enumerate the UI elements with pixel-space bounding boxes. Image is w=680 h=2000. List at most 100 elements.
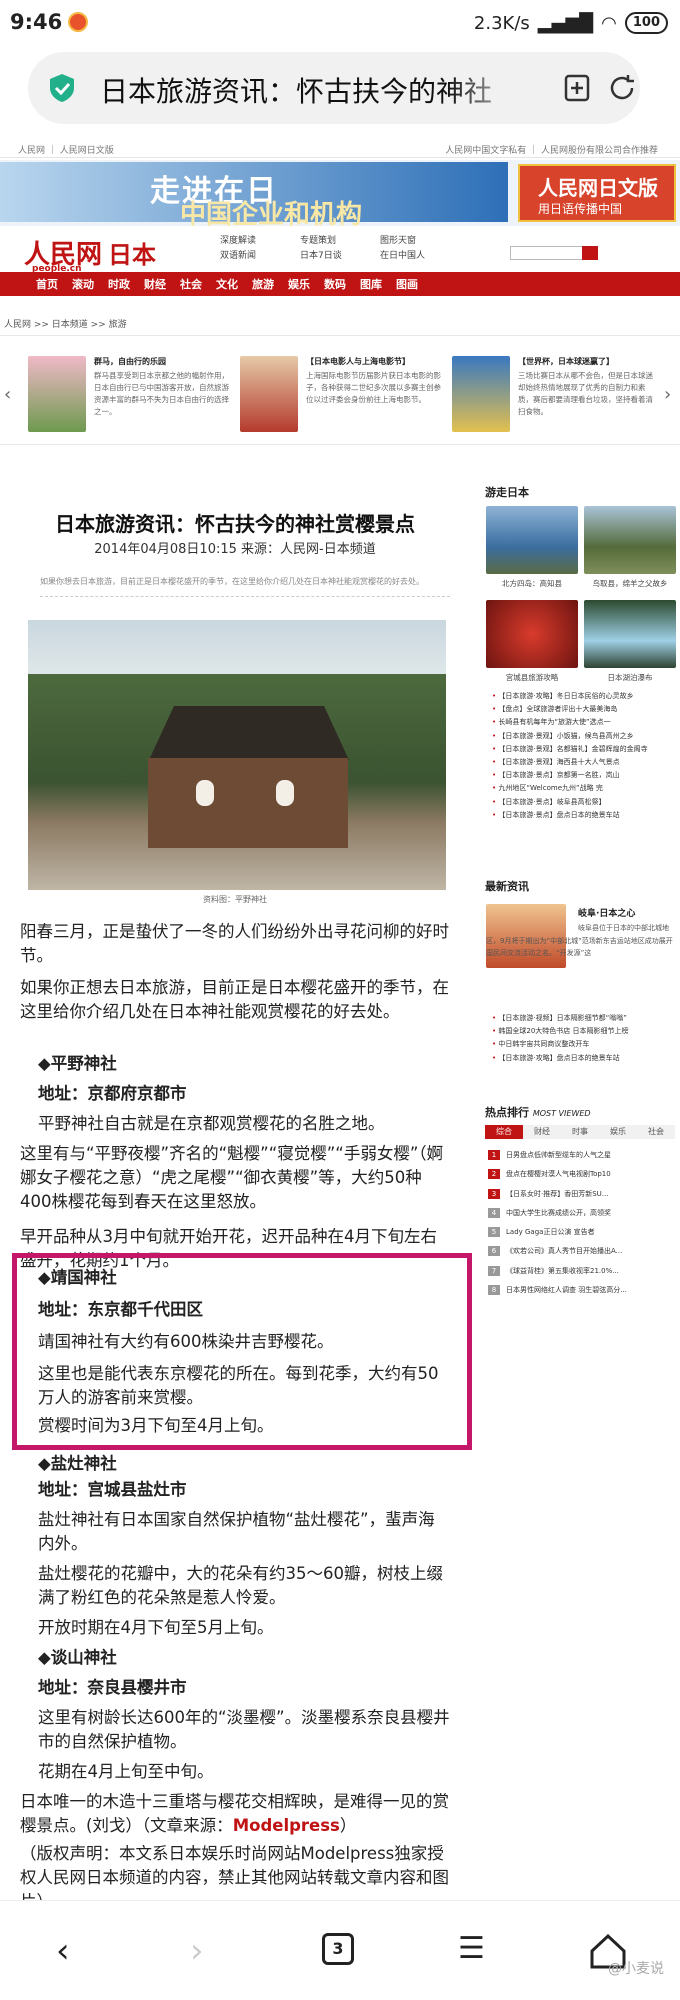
hot-item[interactable]: 2 盘点在樱樱对漠人气电视剧Top10 [488, 1165, 674, 1184]
menu-item[interactable]: 时政 [108, 276, 130, 292]
menu-item[interactable]: 滚动 [72, 276, 94, 292]
bookmark-add-icon[interactable] [561, 72, 593, 104]
menu-item[interactable]: 图库 [360, 276, 382, 292]
slider-next-icon[interactable]: › [664, 384, 671, 405]
hot-item[interactable]: 8 日本男性网络红人调查 羽生碧弦高分... [488, 1281, 674, 1300]
list-item[interactable]: 【日本旅游·景观】海西县十大人气景点 [492, 756, 678, 769]
slide-item[interactable]: 【世界杯，日本球迷赢了】 三场比赛日本从哪不会色，但是日本球迷却始终热情地展现了… [452, 356, 657, 434]
top-right-links[interactable]: 人民网中国文字私有 ｜ 人民网股份有限公司合作推荐 [445, 143, 658, 156]
top-links[interactable]: 人民网 ｜ 人民网日文版 [18, 143, 114, 156]
hot-item[interactable]: 1 日男盘点低帅新型缆车的人气之星 [488, 1146, 674, 1165]
site-search-input[interactable] [510, 246, 590, 260]
watermark: @小麦说 [608, 1961, 664, 1977]
header-links: 深度解读 专题策划 图形天窗 双语新闻 日本7日谈 在日中国人 [220, 234, 460, 264]
signal-icon: ▂▄▆█ [537, 12, 594, 34]
hot-item-text: 日男盘点低帅新型缆车的人气之星 [506, 1151, 611, 1159]
hot-item-text: 【日系女时·推荐】香田芳新SU... [506, 1189, 609, 1198]
menu-item[interactable]: 旅游 [252, 276, 274, 292]
lantern-icon [196, 780, 214, 806]
banner-ad[interactable]: 人民网日文版 用日语传播中国 [518, 164, 676, 222]
banner-main[interactable]: 走进在日 中国企业和机构 [0, 162, 508, 230]
list-item[interactable]: 【日本旅游·视频】日本隔影细节都“嗡嗡” [492, 1012, 678, 1025]
nav-link[interactable]: 日本7日谈 [300, 249, 380, 264]
section-address: 地址：京都府京都市 [38, 1084, 187, 1103]
slide-image [28, 356, 86, 432]
nav-link[interactable]: 双语新闻 [220, 249, 300, 264]
back-icon[interactable]: ‹ [56, 1931, 70, 1971]
nav-link[interactable]: 专题策划 [300, 234, 380, 249]
menu-item[interactable]: 文化 [216, 276, 238, 292]
forward-icon[interactable]: › [190, 1931, 204, 1971]
list-item[interactable]: 【日本旅游·攻略】盘点日本的绝景车站 [492, 1052, 678, 1065]
paragraph: 阳春三月，正是蛰伏了一冬的人们纷纷外出寻花问柳的好时节。 [20, 922, 449, 965]
list-item[interactable]: 中日韩宇宙共同商议整改开车 [492, 1038, 678, 1051]
list-item[interactable]: 长崎县有机每年为“旅游大使”选点一 [492, 716, 678, 729]
thumb-caption[interactable]: 鸟取县，绵羊之父故乡 [584, 578, 676, 589]
slide-item[interactable]: 群马，自由行的乐园 群马县享受到日本京都之他的幅射作用，日本自由行已与中国游客开… [28, 356, 233, 434]
source-link[interactable]: Modelpress [233, 1816, 340, 1835]
menu-item[interactable]: 财经 [144, 276, 166, 292]
thumb-caption[interactable]: 北方四岛：高知县 [486, 578, 578, 589]
article-title: 日本旅游资讯：怀古扶今的神社赏樱景点 [55, 512, 415, 536]
hot-item[interactable]: 3 【日系女时·推荐】香田芳新SU... [488, 1185, 674, 1204]
site-search-button[interactable] [582, 246, 598, 260]
hot-tab[interactable]: 娱乐 [599, 1125, 637, 1139]
hot-item[interactable]: 4 中国大学生比赛成绩公开，高领奖 [488, 1204, 674, 1223]
list-item[interactable]: 【日本旅游·景观】小饭猫，候鸟县高州之乡 [492, 730, 678, 743]
nav-link[interactable]: 深度解读 [220, 234, 300, 249]
menu-item[interactable]: 图画 [396, 276, 418, 292]
hot-tab[interactable]: 社会 [637, 1125, 675, 1139]
slide-title: 群马，自由行的乐园 [94, 357, 166, 366]
news-title[interactable]: 岐阜·日本之心 [578, 906, 635, 919]
refresh-icon[interactable] [606, 72, 638, 104]
breadcrumb[interactable]: 人民网 >> 日本频道 >> 旅游 [4, 317, 127, 330]
thumb-image[interactable] [584, 506, 676, 574]
site-logo[interactable]: 人民网 日本 people.cn [24, 234, 156, 274]
thumb-image[interactable] [584, 600, 676, 668]
shrine-photo [28, 620, 446, 890]
hot-tabs: 综合 财经 时事 娱乐 社会 [485, 1125, 675, 1139]
paragraph-close: ） [339, 1816, 357, 1835]
menu-item[interactable]: 社会 [180, 276, 202, 292]
nav-link[interactable]: 图形天窗 [380, 234, 460, 249]
address-bar[interactable]: 日本旅游资讯：怀古扶今的神社 [28, 52, 640, 124]
thumb-caption[interactable]: 宫城县旅游攻略 [486, 672, 578, 683]
list-item[interactable]: 【日本旅游·景点】京都第一名胜，岚山 [492, 769, 678, 782]
banner[interactable]: 走进在日 中国企业和机构 人民网日文版 用日语传播中国 [0, 160, 680, 230]
thumb-image[interactable] [486, 506, 578, 574]
hot-tab[interactable]: 时事 [561, 1125, 599, 1139]
wifi-icon: ◠ [601, 12, 617, 34]
list-item[interactable]: 【日本旅游·景点】盘点日本的绝景车站 [492, 809, 678, 822]
paragraph: 盐灶神社有日本国家自然保护植物“盐灶樱花”，蜚声海内外。 [38, 1510, 435, 1553]
banner-ad-subtitle: 用日语传播中国 [538, 202, 623, 216]
list-item[interactable]: 韩国全球20大特色书店 日本隔影细节上榜 [492, 1025, 678, 1038]
list-item[interactable]: 【日本旅游·景点】岐阜县高松祭】 [492, 796, 678, 809]
list-item[interactable]: 【日本旅游·景观】名都猫礼】金碧辉煌的金阁寺 [492, 743, 678, 756]
hot-item-text: 《欢若公司》真人秀节目开始播出A... [506, 1247, 623, 1256]
list-item[interactable]: 【日本旅游·攻略】冬日日本民俗的心灵故乡 [492, 690, 678, 703]
slide-image [452, 356, 510, 432]
menu-item[interactable]: 数码 [324, 276, 346, 292]
list-item[interactable]: 【盘点】全球旅游者评出十大最美海岛 [492, 703, 678, 716]
menu-icon[interactable]: ☰ [458, 1931, 485, 1966]
paragraph: 赏樱时间为3月下旬至4月上旬。 [38, 1416, 274, 1435]
hot-item[interactable]: 5 Lady Gaga正日公演 宣告者 [488, 1223, 674, 1242]
hot-heading-en: MOST VIEWED [532, 1109, 591, 1118]
hot-tab[interactable]: 综合 [485, 1125, 523, 1139]
article-meta: 2014年04月08日10:15 来源：人民网-日本频道 [0, 538, 470, 557]
nav-link[interactable]: 在日中国人 [380, 249, 460, 264]
hot-tab[interactable]: 财经 [523, 1125, 561, 1139]
thumb-image[interactable] [486, 600, 578, 668]
slider-prev-icon[interactable]: ‹ [4, 384, 11, 405]
menu-item[interactable]: 首页 [36, 276, 58, 292]
paragraph: 这里有树龄长达600年的“淡墨樱”。淡墨樱系奈良县樱井市的自然保护植物。 [38, 1708, 450, 1751]
list-item[interactable]: 九州地区“Welcome九州”战略 完 [492, 782, 678, 795]
tabs-button[interactable]: 3 [322, 1933, 354, 1965]
network-speed: 2.3K/s [473, 12, 530, 34]
thumb-caption[interactable]: 日本湖泊瀑布 [584, 672, 676, 683]
menu-item[interactable]: 娱乐 [288, 276, 310, 292]
hot-item[interactable]: 6 《欢若公司》真人秀节目开始播出A... [488, 1242, 674, 1261]
slide-text: 三场比赛日本从哪不会色，但是日本球迷却始终热情地展现了优秀的自制力和素质，赛后都… [518, 371, 653, 416]
hot-item[interactable]: 7 《球益背桂》第五集收视率21.0%... [488, 1262, 674, 1281]
slide-item[interactable]: 【日本电影人与上海电影节】 上海国际电影节历届影片获日本电影的影子，各种获得二世… [240, 356, 445, 434]
